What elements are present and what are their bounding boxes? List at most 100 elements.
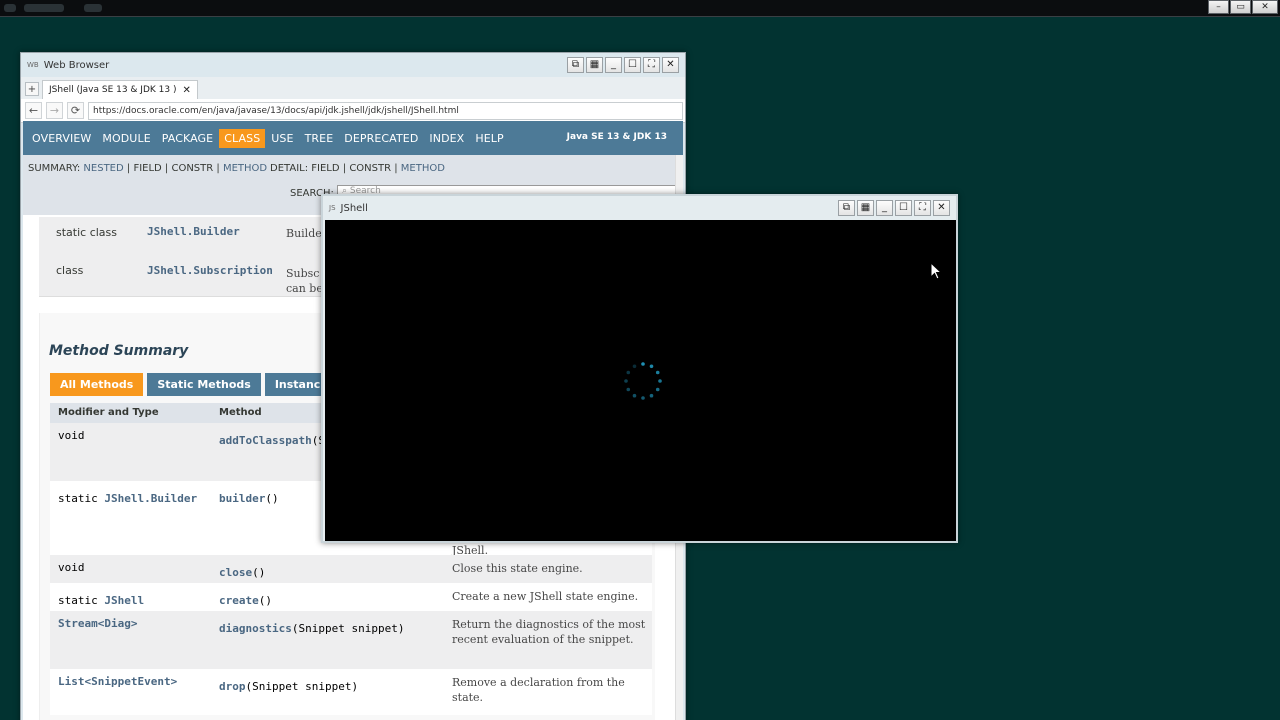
loading-spinner-icon — [624, 362, 662, 400]
nested-type-link[interactable]: JShell.Builder — [147, 225, 240, 238]
clone-window-button[interactable]: ⧉ — [567, 57, 584, 73]
desktop-icon-blur — [24, 4, 64, 12]
new-tab-button[interactable]: + — [25, 82, 39, 96]
method-summary-title: Method Summary — [49, 343, 189, 359]
minimize-button[interactable]: _ — [605, 57, 622, 73]
jshell-window: JS JShell ⧉ ▦ _ ☐ ⛶ ✕ — [321, 194, 958, 543]
nav-tree[interactable]: TREE — [300, 129, 339, 148]
nav-index[interactable]: INDEX — [424, 129, 469, 148]
nav-use[interactable]: USE — [266, 129, 298, 148]
table-row: void close() Close this state engine. — [50, 555, 652, 583]
nav-deprecated[interactable]: DEPRECATED — [339, 129, 423, 148]
forward-button[interactable]: → — [46, 102, 63, 119]
type-link[interactable]: JShell.Builder — [104, 492, 197, 505]
method-args: () — [265, 492, 279, 505]
fullscreen-button[interactable]: ⛶ — [914, 200, 931, 216]
nav-help[interactable]: HELP — [470, 129, 508, 148]
browser-titlebar[interactable]: WB Web Browser ⧉ ▦ _ ☐ ⛶ ✕ — [21, 53, 685, 77]
summary-label: SUMMARY: — [28, 163, 81, 174]
detail-links: DETAIL: FIELD | CONSTR | METHOD — [270, 163, 445, 174]
method-args: (Snippet snippet) — [245, 680, 359, 693]
table-row: static JShell create() Create a new JShe… — [50, 583, 652, 611]
method-desc: Remove a declaration from the state. — [452, 676, 625, 704]
method-modifier: static JShell.Builder — [58, 487, 197, 506]
summary-nested-link[interactable]: NESTED — [83, 163, 123, 174]
tile-window-button[interactable]: ▦ — [857, 200, 874, 216]
modifier-keyword: static — [58, 594, 105, 607]
close-button[interactable]: ✕ — [662, 57, 679, 73]
method-link[interactable]: addToClasspath — [219, 434, 312, 447]
fullscreen-button[interactable]: ⛶ — [643, 57, 660, 73]
spinner-dot — [649, 393, 654, 398]
method-link[interactable]: drop — [219, 680, 246, 693]
detail-constr-link[interactable]: CONSTR — [349, 163, 391, 174]
method-args: () — [258, 594, 272, 607]
back-button[interactable]: ← — [25, 102, 42, 119]
minimize-button[interactable]: _ — [876, 200, 893, 216]
type-link[interactable]: Stream<Diag> — [58, 617, 137, 630]
method-link[interactable]: create — [219, 594, 259, 607]
tab-title: JShell (Java SE 13 & JDK 13 ) — [49, 85, 177, 95]
type-link[interactable]: List<SnippetEvent> — [58, 675, 177, 688]
method-desc: Create a new JShell state engine. — [452, 590, 639, 603]
method-desc: Return the diagnostics of the most recen… — [452, 618, 646, 646]
summary-links: SUMMARY: NESTED | FIELD | CONSTR | METHO… — [28, 163, 268, 174]
type-link[interactable]: JShell — [104, 594, 144, 607]
desktop-window-controls: – ▭ ✕ — [1208, 0, 1278, 14]
close-button[interactable]: ✕ — [933, 200, 950, 216]
nav-module[interactable]: MODULE — [97, 129, 155, 148]
minimize-button[interactable]: – — [1208, 0, 1229, 14]
clone-window-button[interactable]: ⧉ — [838, 200, 855, 216]
method-link[interactable]: diagnostics — [219, 622, 292, 635]
maximize-button[interactable]: ☐ — [895, 200, 912, 216]
spinner-dot — [649, 364, 654, 369]
spinner-dot — [632, 393, 637, 398]
modifier-header: Modifier and Type — [58, 407, 159, 418]
method-link[interactable]: close — [219, 566, 252, 579]
spinner-dot — [641, 396, 645, 400]
method-signature: close() — [219, 561, 265, 580]
method-tabs: All Methods Static Methods Instanc — [50, 373, 331, 396]
javadoc-top-nav: OVERVIEW MODULE PACKAGE CLASS USE TREE D… — [23, 121, 683, 155]
nested-type-link[interactable]: JShell.Subscription — [147, 264, 273, 277]
maximize-button[interactable]: ☐ — [624, 57, 641, 73]
jshell-content[interactable] — [325, 220, 956, 541]
tab-static-methods[interactable]: Static Methods — [147, 373, 261, 396]
nav-package[interactable]: PACKAGE — [157, 129, 218, 148]
tab-all-methods[interactable]: All Methods — [50, 373, 144, 396]
summary-constr-link[interactable]: CONSTR — [171, 163, 213, 174]
method-args: () — [252, 566, 266, 579]
spinner-dot — [624, 379, 628, 383]
desktop-icon-blur — [4, 4, 16, 12]
method-args: (Snippet snippet) — [291, 622, 405, 635]
nav-overview[interactable]: OVERVIEW — [27, 129, 96, 148]
summary-method-link[interactable]: METHOD — [223, 163, 267, 174]
javadoc-brand: Java SE 13 & JDK 13 — [566, 132, 667, 142]
method-desc: Close this state engine. — [452, 562, 583, 575]
nested-desc: Builde — [286, 227, 322, 240]
spinner-dot — [632, 364, 637, 369]
method-modifier: void — [58, 561, 85, 574]
spinner-dot — [626, 387, 631, 392]
restore-button[interactable]: ▭ — [1230, 0, 1251, 14]
address-bar: ← → ⟳ https://docs.oracle.com/en/java/ja… — [21, 99, 685, 123]
reload-button[interactable]: ⟳ — [67, 102, 84, 119]
jshell-titlebar[interactable]: JS JShell ⧉ ▦ _ ☐ ⛶ ✕ — [323, 196, 956, 220]
summary-field-link[interactable]: FIELD — [133, 163, 161, 174]
url-input[interactable]: https://docs.oracle.com/en/java/javase/1… — [88, 101, 683, 120]
desktop-icon-blur — [84, 4, 102, 12]
method-link[interactable]: builder — [219, 492, 265, 505]
detail-method-link[interactable]: METHOD — [401, 163, 445, 174]
close-button[interactable]: ✕ — [1252, 0, 1278, 14]
jshell-title: JShell — [340, 202, 368, 214]
method-modifier: void — [58, 429, 85, 442]
tile-window-button[interactable]: ▦ — [586, 57, 603, 73]
nav-class[interactable]: CLASS — [219, 128, 266, 148]
detail-field-link[interactable]: FIELD — [311, 163, 339, 174]
tab-close-icon[interactable]: ✕ — [182, 85, 190, 96]
mouse-cursor-icon — [930, 262, 943, 280]
detail-label: DETAIL: — [270, 163, 309, 174]
jshell-window-buttons: ⧉ ▦ _ ☐ ⛶ ✕ — [838, 200, 950, 216]
browser-title: Web Browser — [43, 59, 110, 71]
browser-tab[interactable]: JShell (Java SE 13 & JDK 13 ) ✕ — [42, 80, 198, 99]
